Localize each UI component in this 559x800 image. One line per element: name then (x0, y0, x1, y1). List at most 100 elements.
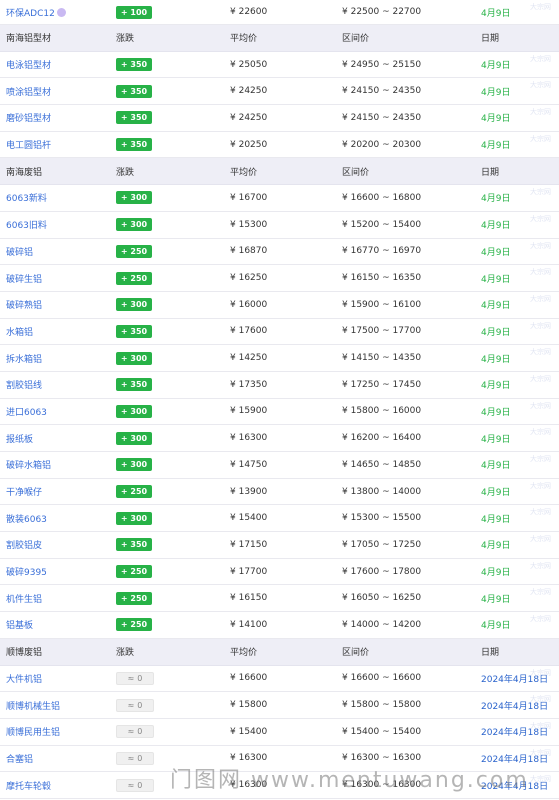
change-badge-up: + 350 (116, 111, 152, 125)
product-name-link[interactable]: 进口6063 (6, 405, 47, 418)
product-name-link[interactable]: 机件生铝 (6, 592, 42, 605)
section-title: 南海废铝 (6, 158, 42, 184)
column-header-change: 涨跌 (116, 34, 135, 45)
average-price-value: ¥ 16000 (230, 299, 268, 310)
date-cell: 4月9日 (481, 78, 510, 104)
product-name-link[interactable]: 摩托车轮毂 (6, 779, 51, 792)
row-watermark: 大宗网 (530, 588, 551, 597)
product-name-link[interactable]: 散装6063 (6, 512, 47, 525)
date-value: 4月9日 (481, 514, 511, 525)
product-name-cell[interactable]: 顺博民用生铝 (6, 719, 60, 745)
date-value: 4月9日 (481, 434, 511, 445)
product-name-cell[interactable]: 大件机铝 (6, 666, 42, 692)
date-value: 4月9日 (481, 541, 511, 552)
product-name-cell[interactable]: 合塞铝 (6, 746, 33, 772)
table-row: 6063旧料 + 300 ¥ 15300 ¥ 15200 ~ 15400 4月9日 大宗网 (0, 211, 559, 239)
product-name-link[interactable]: 拆水箱铝 (6, 352, 42, 365)
price-range-cell: ¥ 15300 ~ 15500 (342, 505, 421, 531)
row-watermark: 大宗网 (530, 3, 551, 11)
product-name-link[interactable]: 顺博机械生铝 (6, 699, 60, 712)
average-price-value: ¥ 17700 (230, 566, 268, 577)
product-name-link[interactable]: 喷涂铝型材 (6, 85, 51, 98)
date-cell: 4月9日 (481, 345, 510, 371)
change-cell: + 350 (116, 132, 152, 158)
product-name-cell[interactable]: 拆水箱铝 (6, 345, 42, 371)
product-name-link[interactable]: 水箱铝 (6, 325, 33, 338)
product-name-link[interactable]: 割胶铝线 (6, 378, 42, 391)
date-cell: 4月9日 (481, 185, 510, 211)
table-row: 电泳铝型材 + 350 ¥ 25050 ¥ 24950 ~ 25150 4月9日 大宗网 (0, 51, 559, 79)
price-range-value: ¥ 15900 ~ 16100 (342, 299, 422, 310)
average-price-value: ¥ 25050 (230, 59, 268, 70)
column-header-change: 涨跌 (116, 167, 135, 178)
change-badge-flat: ≈0 (116, 751, 154, 765)
product-name-link[interactable]: 报纸板 (6, 432, 33, 445)
product-name-link[interactable]: 破碎水箱铝 (6, 458, 51, 471)
product-name-link[interactable]: 破碎铝 (6, 245, 33, 258)
change-badge-up: + 300 (116, 458, 152, 472)
product-name-link[interactable]: 6063新料 (6, 191, 47, 204)
product-name-link[interactable]: 铝基板 (6, 618, 33, 631)
product-name-cell[interactable]: 顺博机械生铝 (6, 692, 60, 718)
product-name-cell[interactable]: 6063旧料 (6, 212, 47, 238)
product-name-cell[interactable]: 割胶铝线 (6, 372, 42, 398)
change-cell: + 250 (116, 612, 152, 638)
price-range-value: ¥ 16150 ~ 16350 (342, 273, 422, 284)
product-name-cell[interactable]: 6063新料 (6, 185, 47, 211)
product-name-cell[interactable]: 环保ADC12 (6, 0, 66, 24)
product-name-cell[interactable]: 水箱铝 (6, 319, 33, 345)
date-cell: 4月9日 (481, 292, 510, 318)
product-name-link[interactable]: 顺博民用生铝 (6, 725, 60, 738)
table-row: 干净喉仔 + 250 ¥ 13900 ¥ 13800 ~ 14000 4月9日 大宗网 (0, 478, 559, 506)
product-name-cell[interactable]: 破碎生铝 (6, 265, 42, 291)
product-name-cell[interactable]: 破碎铝 (6, 239, 33, 265)
product-name-cell[interactable]: 报纸板 (6, 425, 33, 451)
date-value: 4月9日 (481, 114, 511, 125)
product-name-link[interactable]: 电泳铝型材 (6, 58, 51, 71)
average-price-value: ¥ 17350 (230, 379, 268, 390)
product-name-link[interactable]: 6063旧料 (6, 218, 47, 231)
product-name-link[interactable]: 磨砂铝型材 (6, 111, 51, 124)
product-name-cell[interactable]: 破碎熟铝 (6, 292, 42, 318)
product-name-link[interactable]: 破碎9395 (6, 565, 47, 578)
change-badge-up: + 250 (116, 591, 152, 605)
average-price-cell: ¥ 14250 (230, 345, 267, 371)
product-name-cell[interactable]: 摩托车轮毂 (6, 772, 51, 798)
price-range-cell: ¥ 17250 ~ 17450 (342, 372, 421, 398)
product-name-cell[interactable]: 电工圆铝杆 (6, 132, 51, 158)
product-name-link[interactable]: 破碎熟铝 (6, 298, 42, 311)
product-name-cell[interactable]: 机件生铝 (6, 585, 42, 611)
table-row: 电工圆铝杆 + 350 ¥ 20250 ¥ 20200 ~ 20300 4月9日 大宗网 (0, 131, 559, 159)
product-name-cell[interactable]: 电泳铝型材 (6, 52, 51, 78)
date-value: 4月9日 (481, 247, 511, 258)
product-name-cell[interactable]: 铝基板 (6, 612, 33, 638)
table-row: 散装6063 + 300 ¥ 15400 ¥ 15300 ~ 15500 4月9日 大宗网 (0, 505, 559, 533)
product-name-link[interactable]: 割胶铝皮 (6, 538, 42, 551)
product-name-cell[interactable]: 割胶铝皮 (6, 532, 42, 558)
product-name-link[interactable]: 电工圆铝杆 (6, 138, 51, 151)
product-name-cell[interactable]: 干净喉仔 (6, 479, 42, 505)
table-row: 破碎生铝 + 250 ¥ 16250 ¥ 16150 ~ 16350 4月9日 大宗网 (0, 265, 559, 292)
product-name-cell[interactable]: 散装6063 (6, 505, 47, 531)
price-range-cell: 区间价 (342, 158, 369, 184)
price-range-value: ¥ 17500 ~ 17700 (342, 326, 422, 337)
product-name-link[interactable]: 合塞铝 (6, 752, 33, 765)
change-cell: + 350 (116, 52, 152, 78)
change-cell: 涨跌 (116, 25, 134, 51)
product-name-cell[interactable]: 破碎9395 (6, 559, 47, 585)
product-name-link[interactable]: 破碎生铝 (6, 272, 42, 285)
change-badge-up: + 350 (116, 378, 152, 392)
date-cell: 4月9日 (481, 105, 510, 131)
product-name-cell[interactable]: 进口6063 (6, 399, 47, 425)
product-name-cell[interactable]: 喷涂铝型材 (6, 78, 51, 104)
date-value: 4月9日 (481, 407, 511, 418)
product-name-link[interactable]: 干净喉仔 (6, 485, 42, 498)
product-name-link[interactable]: 环保ADC12 (6, 6, 55, 19)
product-name-cell[interactable]: 磨砂铝型材 (6, 105, 51, 131)
product-name-link[interactable]: 大件机铝 (6, 672, 42, 685)
price-range-cell: ¥ 16050 ~ 16250 (342, 585, 421, 611)
product-name-cell[interactable]: 破碎水箱铝 (6, 452, 51, 478)
average-price-value: ¥ 24250 (230, 112, 268, 123)
row-watermark: 大宗网 (530, 508, 551, 517)
average-price-value: ¥ 13900 (230, 486, 268, 497)
